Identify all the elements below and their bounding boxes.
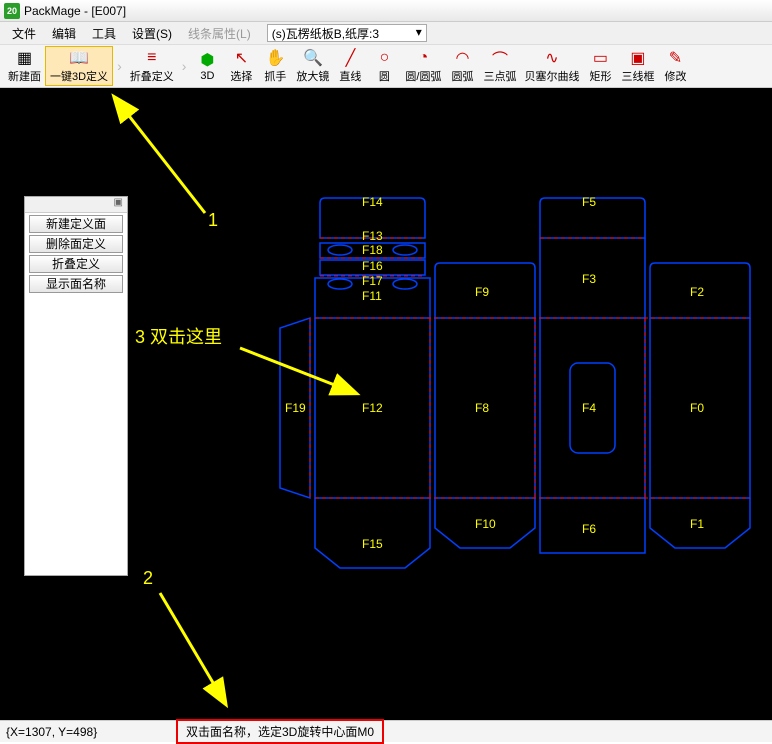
line-icon: ╱: [346, 48, 356, 68]
tool-3d-label: 3D: [200, 70, 214, 82]
toolbar-sep: ›: [182, 58, 187, 74]
oneclick-3d-icon: 📖: [69, 48, 89, 68]
tool-circle-arc-label: 圆/圆弧: [405, 68, 441, 84]
annotation-3: 3 双击这里: [135, 323, 222, 349]
tool-rect[interactable]: ▭ 矩形: [583, 46, 617, 86]
tool-oneclick-3d-label: 一键3D定义: [50, 68, 108, 84]
tool-magnify-label: 放大镜: [296, 68, 329, 84]
tool-circle-arc[interactable]: ◔ 圆/圆弧: [401, 46, 445, 86]
annotation-1: 1: [208, 210, 218, 231]
arrow-2: [155, 588, 235, 708]
tool-modify[interactable]: ✎ 修改: [658, 46, 692, 86]
tool-three-pt-arc-label: 三点弧: [483, 68, 516, 84]
tool-fold-def-label: 折叠定义: [130, 68, 174, 84]
new-face-icon: ▦: [17, 48, 32, 68]
face-f12[interactable]: F12: [362, 401, 383, 415]
tool-line-label: 直线: [339, 68, 361, 84]
face-f2[interactable]: F2: [690, 285, 704, 299]
side-show-face-names[interactable]: 显示面名称: [29, 275, 123, 293]
tool-arc-label: 圆弧: [451, 68, 473, 84]
tool-bezier-label: 贝塞尔曲线: [524, 68, 579, 84]
face-f10[interactable]: F10: [475, 517, 496, 531]
menu-tool[interactable]: 工具: [84, 23, 124, 44]
menubar: 文件 编辑 工具 设置(S) 线条属性(L) (s)瓦楞纸板B,纸厚:3: [0, 22, 772, 44]
side-panel: ▣ 新建定义面 删除面定义 折叠定义 显示面名称: [24, 196, 128, 576]
tool-circle-label: 圆: [379, 68, 390, 84]
titlebar: 20 PackMage - [E007]: [0, 0, 772, 22]
annotation-2: 2: [143, 568, 153, 589]
face-f8[interactable]: F8: [475, 401, 489, 415]
app-icon: 20: [4, 3, 20, 19]
tool-arc[interactable]: ◠ 圆弧: [445, 46, 479, 86]
tool-three-wire[interactable]: ▣ 三线框: [617, 46, 658, 86]
tool-fold-def[interactable]: ≡ 折叠定义: [126, 46, 178, 86]
arc-icon: ◠: [455, 48, 469, 68]
face-f14[interactable]: F14: [362, 195, 383, 209]
tool-line[interactable]: ╱ 直线: [333, 46, 367, 86]
tool-select[interactable]: ↖ 选择: [224, 46, 258, 86]
threed-icon: ⬢: [200, 50, 214, 70]
status-coords: {X=1307, Y=498}: [6, 725, 176, 739]
face-f1[interactable]: F1: [690, 517, 704, 531]
side-panel-collapse[interactable]: ▣: [25, 197, 127, 213]
circle-icon: ○: [380, 48, 390, 68]
three-pt-arc-icon: ⌒: [492, 48, 508, 68]
tool-circle[interactable]: ○ 圆: [367, 46, 401, 86]
face-f4[interactable]: F4: [582, 401, 596, 415]
face-f5[interactable]: F5: [582, 195, 596, 209]
side-delete-face-def[interactable]: 删除面定义: [29, 235, 123, 253]
select-icon: ↖: [235, 48, 248, 68]
face-f6[interactable]: F6: [582, 522, 596, 536]
face-f11[interactable]: F11: [362, 289, 382, 303]
tool-modify-label: 修改: [664, 68, 686, 84]
menu-settings[interactable]: 设置(S): [124, 23, 180, 44]
face-f0[interactable]: F0: [690, 401, 704, 415]
status-hint-wrap: 双击面名称，选定3D旋转中心面M0: [176, 719, 766, 744]
bezier-icon: ∿: [545, 48, 558, 68]
tool-grab[interactable]: ✋ 抓手: [258, 46, 292, 86]
menu-file[interactable]: 文件: [4, 23, 44, 44]
magnify-icon: 🔍: [303, 48, 323, 68]
face-f17[interactable]: F17: [362, 274, 383, 288]
toolbar-sep: ›: [117, 58, 122, 74]
three-wire-icon: ▣: [630, 48, 645, 68]
toolbar: ▦ 新建面 📖 一键3D定义 › ≡ 折叠定义 › ⬢ 3D ↖ 选择 ✋ 抓手…: [0, 44, 772, 88]
face-f9[interactable]: F9: [475, 285, 489, 299]
statusbar: {X=1307, Y=498} 双击面名称，选定3D旋转中心面M0: [0, 720, 772, 742]
menu-line-attr[interactable]: 线条属性(L): [180, 23, 259, 44]
face-f13[interactable]: F13: [362, 229, 383, 243]
status-hint: 双击面名称，选定3D旋转中心面M0: [176, 719, 384, 744]
tool-select-label: 选择: [230, 68, 252, 84]
tool-new-face-label: 新建面: [8, 68, 41, 84]
tool-magnify[interactable]: 🔍 放大镜: [292, 46, 333, 86]
tool-three-pt-arc[interactable]: ⌒ 三点弧: [479, 46, 520, 86]
face-f16[interactable]: F16: [362, 259, 383, 273]
face-f15[interactable]: F15: [362, 537, 383, 551]
rect-icon: ▭: [593, 48, 608, 68]
circle-arc-icon: ◔: [419, 48, 429, 68]
tool-new-face[interactable]: ▦ 新建面: [4, 46, 45, 86]
face-f18[interactable]: F18: [362, 243, 383, 257]
window-title: PackMage - [E007]: [24, 4, 126, 18]
tool-bezier[interactable]: ∿ 贝塞尔曲线: [520, 46, 583, 86]
tool-grab-label: 抓手: [264, 68, 286, 84]
tool-oneclick-3d[interactable]: 📖 一键3D定义: [45, 46, 113, 86]
fold-def-icon: ≡: [147, 48, 156, 68]
face-f3[interactable]: F3: [582, 272, 596, 286]
canvas[interactable]: ▣ 新建定义面 删除面定义 折叠定义 显示面名称: [0, 88, 772, 720]
tool-3d[interactable]: ⬢ 3D: [190, 46, 224, 86]
box-diagram[interactable]: F14 F5 F13 F18 F16 F17 F11 F9 F3 F2 F19 …: [270, 188, 760, 648]
grab-icon: ✋: [265, 48, 285, 68]
face-f19[interactable]: F19: [285, 401, 306, 415]
modify-icon: ✎: [669, 48, 682, 68]
material-dropdown[interactable]: (s)瓦楞纸板B,纸厚:3: [267, 24, 427, 42]
side-fold-def[interactable]: 折叠定义: [29, 255, 123, 273]
tool-rect-label: 矩形: [589, 68, 611, 84]
menu-edit[interactable]: 编辑: [44, 23, 84, 44]
side-new-def-face[interactable]: 新建定义面: [29, 215, 123, 233]
side-panel-list: [25, 295, 127, 575]
tool-three-wire-label: 三线框: [621, 68, 654, 84]
